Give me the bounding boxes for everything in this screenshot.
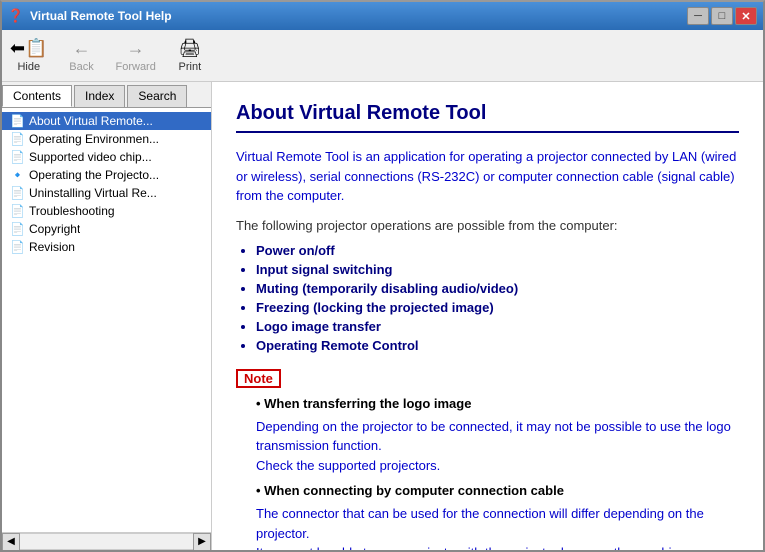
tree-item-video[interactable]: 📄 Supported video chip... — [2, 148, 211, 166]
minimize-button[interactable]: ─ — [687, 7, 709, 25]
note-heading-0: • When transferring the logo image — [256, 396, 739, 411]
tree-item-label-trouble: Troubleshooting — [29, 204, 115, 218]
note-sub-text2-1: It may not be able to communicate with t… — [256, 543, 739, 550]
tree-item-about[interactable]: 📄 About Virtual Remote... — [2, 112, 211, 130]
main-area: Contents Index Search 📄 About Virtual Rem… — [2, 82, 763, 550]
back-icon: ← — [73, 38, 91, 59]
tree-item-icon-trouble: 📄 — [10, 204, 25, 218]
note-section-1: • When connecting by computer connection… — [256, 483, 739, 550]
tree-item-trouble[interactable]: 📄 Troubleshooting — [2, 202, 211, 220]
hide-label: Hide — [17, 61, 40, 73]
tree-item-icon-copyright: 📄 — [10, 222, 25, 236]
back-button[interactable]: ← Back — [64, 38, 100, 73]
note-heading-1: • When connecting by computer connection… — [256, 483, 739, 498]
bullet-item-4: Logo image transfer — [256, 319, 739, 334]
back-label: Back — [69, 61, 93, 73]
main-window: ❓ Virtual Remote Tool Help ─ □ ✕ ⬅📋 Hide… — [0, 0, 765, 552]
tree-item-copyright[interactable]: 📄 Copyright — [2, 220, 211, 238]
following-text: The following projector operations are p… — [236, 218, 739, 233]
tree-item-icon-env: 📄 — [10, 132, 25, 146]
tab-bar: Contents Index Search — [2, 82, 211, 108]
title-bar: ❓ Virtual Remote Tool Help ─ □ ✕ — [2, 2, 763, 30]
print-icon: 🖨 — [178, 38, 201, 59]
tree-item-icon-revision: 📄 — [10, 240, 25, 254]
close-button[interactable]: ✕ — [735, 7, 757, 25]
toolbar: ⬅📋 Hide ← Back → Forward 🖨 Print — [2, 30, 763, 82]
note-sub-text-1: The connector that can be used for the c… — [256, 504, 739, 543]
forward-label: Forward — [116, 61, 156, 73]
tree-item-label-revision: Revision — [29, 240, 75, 254]
window-controls: ─ □ ✕ — [687, 7, 757, 25]
tree-item-label-projector: Operating the Projecto... — [29, 168, 159, 182]
forward-button[interactable]: → Forward — [116, 38, 156, 73]
tree-item-icon-video: 📄 — [10, 150, 25, 164]
tree-item-label-copyright: Copyright — [29, 222, 80, 236]
bullet-item-2: Muting (temporarily disabling audio/vide… — [256, 281, 739, 296]
scroll-track — [20, 533, 193, 550]
tree-item-icon-about: 📄 — [10, 114, 25, 128]
content-scroll[interactable]: About Virtual Remote Tool Virtual Remote… — [212, 82, 763, 550]
sidebar-scrollbar: ◀ ▶ — [2, 532, 211, 550]
maximize-button[interactable]: □ — [711, 7, 733, 25]
tree-item-uninstall[interactable]: 📄 Uninstalling Virtual Re... — [2, 184, 211, 202]
page-title: About Virtual Remote Tool — [236, 102, 739, 133]
app-icon: ❓ — [8, 8, 24, 24]
scroll-right-button[interactable]: ▶ — [193, 533, 211, 551]
tab-index[interactable]: Index — [74, 85, 125, 107]
tree-item-env[interactable]: 📄 Operating Environmen... — [2, 130, 211, 148]
tree-item-label-uninstall: Uninstalling Virtual Re... — [29, 186, 157, 200]
tree-item-icon-uninstall: 📄 — [10, 186, 25, 200]
scroll-left-button[interactable]: ◀ — [2, 533, 20, 551]
content-area: About Virtual Remote Tool Virtual Remote… — [212, 82, 763, 550]
note-sub-text-0: Depending on the projector to be connect… — [256, 417, 739, 456]
tree-item-projector[interactable]: 🔹 Operating the Projecto... — [2, 166, 211, 184]
tree-view: 📄 About Virtual Remote... 📄 Operating Envir… — [2, 108, 211, 532]
tree-item-icon-projector: 🔹 — [10, 168, 25, 182]
note-sub-text2-0: Check the supported projectors. — [256, 456, 739, 476]
bullet-item-1: Input signal switching — [256, 262, 739, 277]
hide-button[interactable]: ⬅📋 Hide — [10, 38, 48, 73]
window-title: Virtual Remote Tool Help — [30, 9, 687, 23]
hide-icon: ⬅📋 — [10, 38, 48, 59]
intro-paragraph: Virtual Remote Tool is an application fo… — [236, 147, 739, 206]
tree-item-label-env: Operating Environmen... — [29, 132, 159, 146]
note-label: Note — [236, 369, 281, 388]
operations-list: Power on/off Input signal switching Muting… — [256, 243, 739, 353]
tree-item-label-about: About Virtual Remote... — [29, 114, 153, 128]
tree-item-revision[interactable]: 📄 Revision — [2, 238, 211, 256]
bullet-item-0: Power on/off — [256, 243, 739, 258]
bullet-item-5: Operating Remote Control — [256, 338, 739, 353]
sidebar: Contents Index Search 📄 About Virtual Rem… — [2, 82, 212, 550]
note-box: Note • When transferring the logo image D… — [236, 369, 739, 551]
tab-contents[interactable]: Contents — [2, 85, 72, 107]
forward-icon: → — [127, 38, 145, 59]
note-section-0: • When transferring the logo image Depend… — [256, 396, 739, 476]
tab-search[interactable]: Search — [127, 85, 187, 107]
bullet-item-3: Freezing (locking the projected image) — [256, 300, 739, 315]
tree-item-label-video: Supported video chip... — [29, 150, 152, 164]
print-button[interactable]: 🖨 Print — [172, 38, 208, 73]
print-label: Print — [179, 61, 202, 73]
